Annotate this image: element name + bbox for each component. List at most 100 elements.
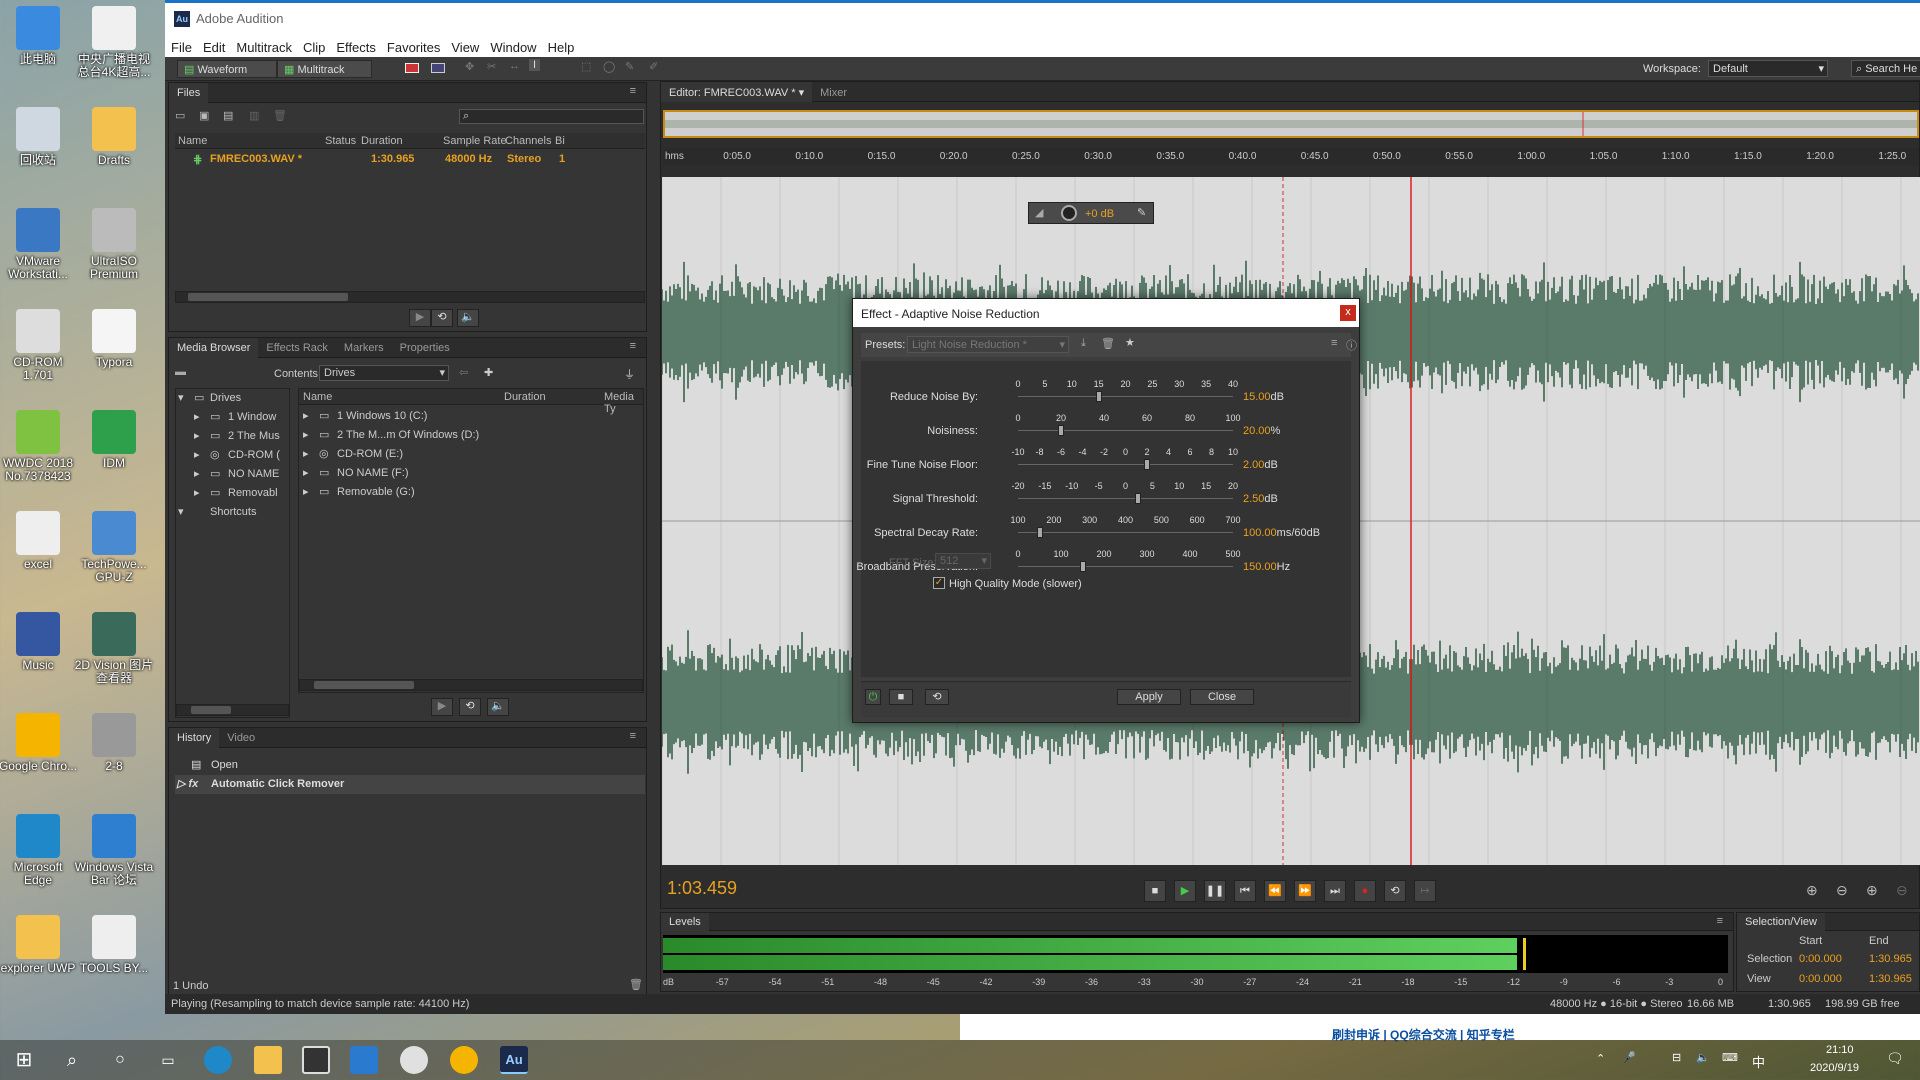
zoom-in-amplitude-icon[interactable]: ⊕ <box>1806 882 1818 899</box>
panel-menu-icon[interactable]: ≡ <box>1717 915 1723 927</box>
tree-scrollbar[interactable] <box>176 704 289 716</box>
hud-volume[interactable]: ◢ +0 dB ✎ <box>1028 202 1154 224</box>
search-help-input[interactable]: ⌕ Search He <box>1851 60 1920 77</box>
slider-value[interactable]: 100.00ms/60dB <box>1243 527 1320 539</box>
tree-drive-d[interactable]: ▸ ▭ 2 The Mus <box>176 427 286 446</box>
zoom-out-amplitude-icon[interactable]: ⊖ <box>1836 882 1848 899</box>
mic-icon[interactable]: 🎤 <box>1622 1051 1636 1064</box>
rewind-button[interactable]: ⏪ <box>1264 880 1286 902</box>
desktop-icon[interactable]: explorer UWP <box>0 915 78 975</box>
desktop-icon[interactable]: 此电脑 <box>0 6 78 66</box>
slider-track[interactable] <box>1018 464 1233 465</box>
slider-track[interactable] <box>1018 396 1233 397</box>
desktop-icon[interactable]: Windows Vista Bar 论坛 <box>74 814 154 887</box>
marquee-tool-icon[interactable]: ⬚ <box>581 60 591 73</box>
desktop-icon[interactable]: TOOLS BY... <box>74 915 154 975</box>
tab-markers[interactable]: Markers <box>336 338 392 358</box>
file-row[interactable]: ⋕ FMREC003.WAV * 1:30.965 48000 Hz Stere… <box>175 151 645 170</box>
slider-value[interactable]: 150.00Hz <box>1243 561 1290 573</box>
slider-track[interactable] <box>1018 566 1233 567</box>
list-item[interactable]: ▸ ▭ NO NAME (F:) <box>299 464 643 483</box>
delete-icon[interactable]: 🗑 <box>273 109 287 122</box>
cortana-icon[interactable]: ○ <box>106 1046 134 1074</box>
loop-button[interactable]: ⟲ <box>1384 880 1406 902</box>
desktop-icon[interactable]: TechPowe... GPU-Z <box>74 511 154 584</box>
audition-icon[interactable]: Au <box>500 1046 528 1074</box>
task-view-icon[interactable]: ▭ <box>154 1046 182 1074</box>
go-to-start-button[interactable]: ⏮ <box>1234 880 1256 902</box>
lasso-tool-icon[interactable]: ◯ <box>603 60 615 73</box>
play-preview-button[interactable]: ▶ <box>409 309 431 327</box>
volume-knob-icon[interactable] <box>1061 205 1077 221</box>
tree-drives[interactable]: ▾ ▭ Drives <box>176 389 286 408</box>
toggle-view-icon[interactable]: ▬ <box>175 366 186 378</box>
menu-edit[interactable]: Edit <box>197 37 230 55</box>
skip-selection-button[interactable]: ↦ <box>1414 880 1436 902</box>
col-sample-rate[interactable]: Sample Rate <box>443 135 507 147</box>
desktop-icon[interactable]: Google Chro... <box>0 713 78 773</box>
slider-track[interactable] <box>1018 430 1233 431</box>
play-preview-button[interactable]: ▶ <box>431 698 453 716</box>
tab-mixer[interactable]: Mixer <box>812 83 855 103</box>
fft-select[interactable]: 512 ▾ <box>935 553 991 569</box>
col-name[interactable]: Name <box>178 135 207 147</box>
history-item[interactable]: ▷ fx Automatic Click Remover <box>175 775 645 794</box>
apply-button[interactable]: Apply <box>1117 689 1181 705</box>
tab-media-browser[interactable]: Media Browser <box>169 338 259 358</box>
open-folder-icon[interactable]: ▭ <box>175 109 185 122</box>
desktop-icon[interactable]: CD-ROM 1.701 <box>0 309 78 382</box>
menu-file[interactable]: File <box>165 37 197 55</box>
col-channels[interactable]: Channels <box>505 135 551 147</box>
desktop-icon[interactable]: VMware Workstati... <box>0 208 78 281</box>
tab-video[interactable]: Video <box>219 728 263 748</box>
desktop-icon[interactable]: 中央广播电视总台4K超高... <box>74 6 154 79</box>
new-file-icon[interactable]: ▤ <box>223 109 233 122</box>
tab-files[interactable]: Files <box>169 83 209 103</box>
waveform-button[interactable]: ▤ Waveform <box>177 60 277 78</box>
desktop-icon[interactable]: Drafts <box>74 107 154 167</box>
menu-clip[interactable]: Clip <box>297 37 330 55</box>
brush-tool-icon[interactable]: ✎ <box>625 60 634 73</box>
record-button[interactable]: ● <box>1354 880 1376 902</box>
tree-drive-g[interactable]: ▸ ▭ Removabl <box>176 484 286 503</box>
zoom-in-time-icon[interactable]: ⊕ <box>1866 882 1878 899</box>
slider-value[interactable]: 15.00dB <box>1243 391 1284 403</box>
menu-favorites[interactable]: Favorites <box>381 37 445 55</box>
store-icon[interactable] <box>302 1046 330 1074</box>
clock-date[interactable]: 2020/9/19 <box>1810 1062 1859 1074</box>
desktop-icon[interactable]: UltraISO Premium <box>74 208 154 281</box>
zoom-out-full-icon[interactable]: ⊖ <box>1896 882 1908 899</box>
close-button[interactable]: Close <box>1190 689 1254 705</box>
view-end[interactable]: 1:30.965 <box>1869 973 1912 985</box>
panel-menu-icon[interactable]: ≡ <box>630 730 636 742</box>
loop-preview-button[interactable]: ⟲ <box>431 309 453 327</box>
mail-icon[interactable] <box>350 1046 378 1074</box>
desktop-icon[interactable]: Typora <box>74 309 154 369</box>
tab-properties[interactable]: Properties <box>392 338 458 358</box>
workspace-select[interactable]: Default ▾ <box>1708 60 1828 77</box>
time-ruler[interactable]: hms 0:05.0 0:10.0 0:15.0 0:20.0 0:25.0 0:30.0 0… <box>663 148 1919 166</box>
col-name[interactable]: Name <box>303 391 332 403</box>
slider-value[interactable]: 20.00% <box>1243 425 1280 437</box>
autoplay-button[interactable]: 🔈 <box>487 698 509 716</box>
tab-effects-rack[interactable]: Effects Rack <box>258 338 336 358</box>
tree-drive-e[interactable]: ▸ ◎ CD-ROM ( <box>176 446 286 465</box>
menu-multitrack[interactable]: Multitrack <box>230 37 297 55</box>
play-button[interactable]: ▶ <box>1174 880 1196 902</box>
slip-tool-icon[interactable]: ↔ <box>509 60 520 72</box>
go-to-end-button[interactable]: ⏭ <box>1324 880 1346 902</box>
spectral-icon[interactable] <box>405 63 419 73</box>
col-duration[interactable]: Duration <box>361 135 403 147</box>
tab-editor[interactable]: Editor: FMREC003.WAV * ▾ <box>661 82 813 102</box>
search-icon[interactable]: ⌕ <box>58 1046 86 1074</box>
stop-button[interactable]: ■ <box>1144 880 1166 902</box>
menu-view[interactable]: View <box>445 37 484 55</box>
tree-drive-f[interactable]: ▸ ▭ NO NAME <box>176 465 286 484</box>
col-bits[interactable]: Bi <box>555 135 565 147</box>
list-item[interactable]: ▸ ◎ CD-ROM (E:) <box>299 445 643 464</box>
desktop-icon[interactable]: Music <box>0 612 78 672</box>
volume-icon[interactable]: 🔈 <box>1696 1051 1710 1064</box>
time-selection-tool-icon[interactable]: I <box>529 59 541 71</box>
menu-help[interactable]: Help <box>542 37 580 55</box>
files-search-input[interactable]: ⌕ <box>459 109 644 124</box>
